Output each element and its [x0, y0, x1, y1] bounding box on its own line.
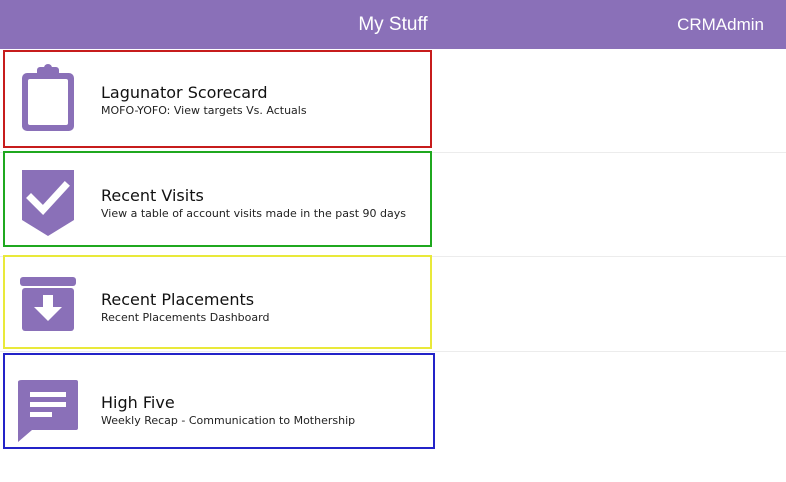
- checkmark-badge-icon: [18, 168, 78, 236]
- item-title: Recent Visits: [101, 186, 204, 205]
- item-subtitle: View a table of account visits made in t…: [101, 207, 407, 220]
- item-title: Recent Placements: [101, 290, 255, 309]
- chat-bubble-icon: [18, 378, 78, 444]
- item-title: High Five: [101, 393, 175, 412]
- item-subtitle: MOFO-YOFO: View targets Vs. Actuals: [101, 104, 307, 117]
- item-subtitle: Recent Placements Dashboard: [101, 311, 270, 324]
- page-title: My Stuff: [358, 14, 428, 35]
- list-item-recent-visits[interactable]: Recent Visits View a table of account vi…: [0, 151, 786, 257]
- app-header: My Stuff CRMAdmin: [0, 0, 786, 49]
- archive-download-icon: [18, 273, 78, 333]
- item-title: Lagunator Scorecard: [101, 83, 268, 102]
- clipboard-icon: [18, 63, 78, 131]
- item-subtitle: Weekly Recap - Communication to Mothersh…: [101, 414, 356, 427]
- list-item-recent-placements[interactable]: Recent Placements Recent Placements Dash…: [0, 255, 786, 352]
- list-item-lagunator-scorecard[interactable]: Lagunator Scorecard MOFO-YOFO: View targ…: [0, 49, 786, 153]
- list-item-high-five[interactable]: High Five Weekly Recap - Communication t…: [0, 352, 786, 452]
- user-menu[interactable]: CRMAdmin: [677, 0, 764, 49]
